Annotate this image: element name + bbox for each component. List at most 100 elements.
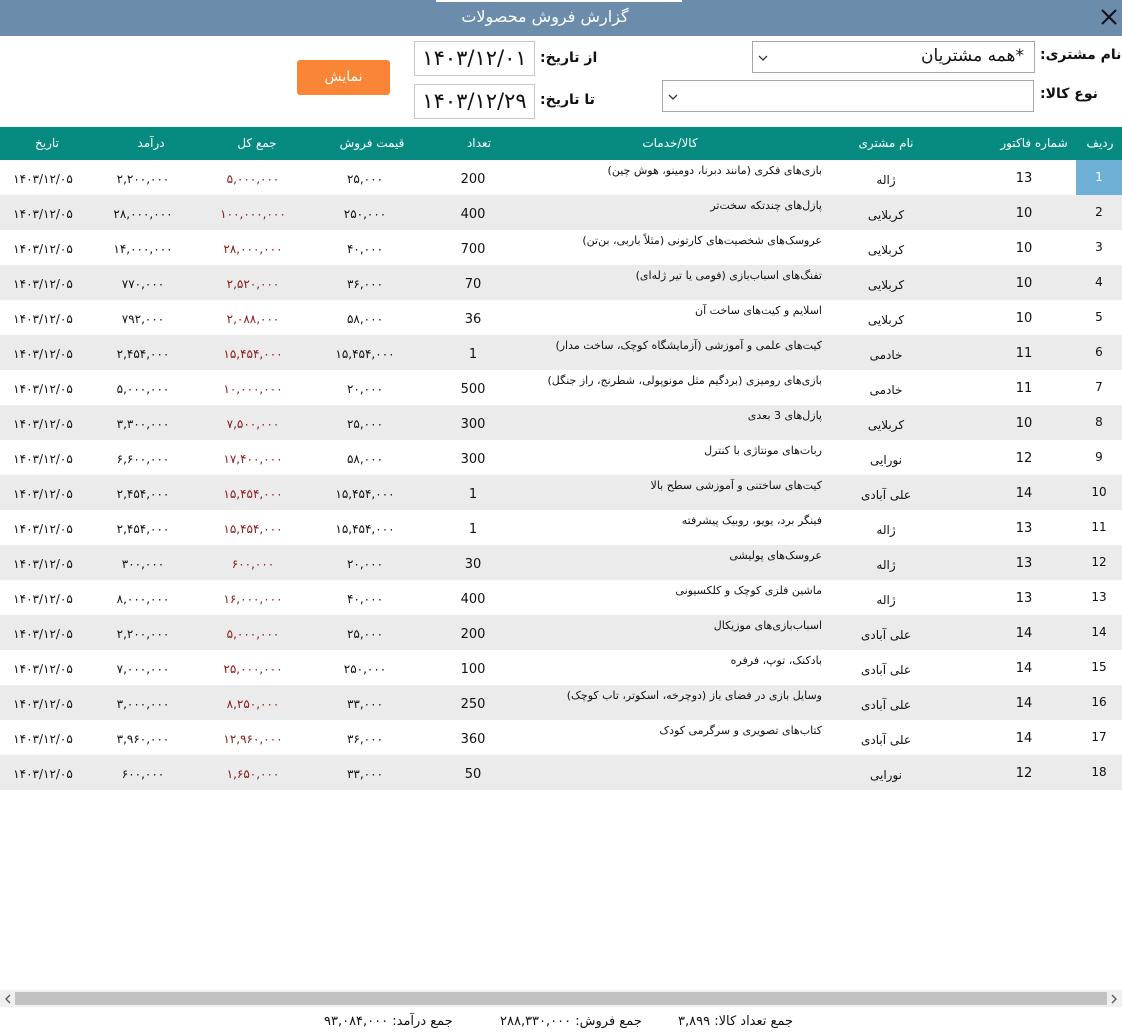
- header-price[interactable]: قیمت فروش: [332, 136, 412, 150]
- table-row[interactable]: 12 13 ژاله عروسک‌های پولیشی 30 ۲۰,۰۰۰ ۶۰۰,۰۰۰ ۳…: [0, 545, 1122, 580]
- row-number: 10: [1091, 485, 1107, 499]
- header-qty[interactable]: تعداد: [454, 136, 504, 150]
- income-amount: ۲,۴۵۴,۰۰۰: [116, 522, 170, 536]
- row-number: 4: [1095, 275, 1103, 289]
- total-amount: ۱۷,۴۰۰,۰۰۰: [223, 452, 283, 466]
- quantity: 1: [468, 487, 478, 502]
- total-amount: ۲۵,۰۰۰,۰۰۰: [223, 662, 283, 676]
- chevron-down-icon: [758, 55, 768, 61]
- quantity: 700: [460, 242, 486, 257]
- income-amount: ۶۰۰,۰۰۰: [121, 767, 165, 781]
- total-amount: ۱,۶۵۰,۰۰۰: [226, 767, 280, 781]
- table-row[interactable]: 2 10 کربلایی پازل‌های چندتکه سخت‌تر 400 ۲۵۰,۰…: [0, 195, 1122, 230]
- income-amount: ۱۴,۰۰۰,۰۰۰: [113, 242, 173, 256]
- total-amount: ۱۰,۰۰۰,۰۰۰: [223, 382, 283, 396]
- table-row[interactable]: 15 14 علی آبادی بادکنک، توپ، فرفره 100 ۲۵۰,۰۰…: [0, 650, 1122, 685]
- show-button[interactable]: نمایش: [297, 60, 390, 95]
- row-number: 7: [1095, 380, 1103, 394]
- customer-select[interactable]: *همه مشتریان: [752, 41, 1035, 73]
- product-name: ربات‌های مونتاژی با کنترل: [704, 444, 822, 457]
- sale-price: ۵۸,۰۰۰: [346, 312, 384, 326]
- grid-header: ردیف شماره فاکتور نام مشتری کالا/خدمات ت…: [0, 127, 1122, 160]
- sale-price: ۲۵,۰۰۰: [346, 417, 384, 431]
- invoice-date: ۱۴۰۳/۱۲/۰۵: [13, 487, 73, 501]
- customer-select-value: *همه مشتریان: [921, 46, 1024, 66]
- table-row[interactable]: 9 12 نورایی ربات‌های مونتاژی با کنترل 300 ۵۸,…: [0, 440, 1122, 475]
- table-row[interactable]: 18 12 نورایی 50 ۳۳,۰۰۰ ۱,۶۵۰,۰۰۰ ۶۰۰,۰۰۰ ۱۴۰۳/۱…: [0, 755, 1122, 790]
- table-row[interactable]: 14 14 علی آبادی اسباب‌بازی‌های موزیکال 200 ۲۵…: [0, 615, 1122, 650]
- table-row[interactable]: 3 10 کربلایی عروسک‌های شخصیت‌های کارتونی (م…: [0, 230, 1122, 265]
- scrollbar-thumb[interactable]: [15, 992, 1107, 1005]
- sale-price: ۲۰,۰۰۰: [346, 557, 384, 571]
- footer-income-label: جمع درآمد:: [392, 1014, 453, 1029]
- product-name: ماشین فلزی کوچک و کلکسیونی: [675, 584, 822, 597]
- invoice-date: ۱۴۰۳/۱۲/۰۵: [13, 312, 73, 326]
- table-row[interactable]: 6 11 خادمی کیت‌های علمی و آموزشی (آزمایشگاه…: [0, 335, 1122, 370]
- customer-name: نورایی: [869, 453, 902, 467]
- product-type-select[interactable]: [662, 80, 1034, 112]
- table-row[interactable]: 16 14 علی آبادی وسایل بازی در فضای باز (دوچ…: [0, 685, 1122, 720]
- quantity: 400: [460, 592, 486, 607]
- header-product[interactable]: کالا/خدمات: [620, 136, 720, 150]
- quantity: 360: [460, 732, 486, 747]
- horizontal-scrollbar[interactable]: [0, 990, 1122, 1007]
- quantity: 70: [464, 277, 482, 292]
- invoice-date: ۱۴۰۳/۱۲/۰۵: [13, 522, 73, 536]
- header-date[interactable]: تاریخ: [22, 136, 72, 150]
- row-number: 18: [1091, 765, 1107, 779]
- table-row[interactable]: 10 14 علی آبادی کیت‌های ساختنی و آموزشی سطح…: [0, 475, 1122, 510]
- table-row[interactable]: 7 11 خادمی بازی‌های رومیزی (بردگیم مثل مونو…: [0, 370, 1122, 405]
- footer-sales-label: جمع فروش:: [575, 1014, 642, 1029]
- invoice-date: ۱۴۰۳/۱۲/۰۵: [13, 732, 73, 746]
- table-row[interactable]: 11 13 ژاله فینگر برد، یویو، روبیک پیشرفته 1 ۱…: [0, 510, 1122, 545]
- sale-price: ۱۵,۴۵۴,۰۰۰: [335, 347, 395, 361]
- invoice-number: 10: [1015, 206, 1033, 221]
- sale-price: ۳۶,۰۰۰: [346, 277, 384, 291]
- table-row[interactable]: 13 13 ژاله ماشین فلزی کوچک و کلکسیونی 400 ۴۰,…: [0, 580, 1122, 615]
- invoice-date: ۱۴۰۳/۱۲/۰۵: [13, 452, 73, 466]
- invoice-date: ۱۴۰۳/۱۲/۰۵: [13, 347, 73, 361]
- row-number: 11: [1091, 520, 1107, 534]
- product-name: بازی‌های فکری (مانند دبرنا، دومینو، هوش …: [607, 164, 822, 177]
- quantity: 100: [460, 662, 486, 677]
- table-row[interactable]: 1 13 ژاله بازی‌های فکری (مانند دبرنا، دومین…: [0, 160, 1122, 195]
- customer-name: کربلایی: [867, 278, 905, 292]
- product-name: کتاب‌های تصویری و سرگرمی کودک: [659, 724, 822, 737]
- table-row[interactable]: 17 14 علی آبادی کتاب‌های تصویری و سرگرمی کو…: [0, 720, 1122, 755]
- table-row[interactable]: 8 10 کربلایی پازل‌های 3 بعدی 300 ۲۵,۰۰۰ ۷,۵۰۰,…: [0, 405, 1122, 440]
- from-date-input[interactable]: ۱۴۰۳/۱۲/۰۱: [414, 41, 535, 76]
- sale-price: ۲۵,۰۰۰: [346, 172, 384, 186]
- footer-qty-value: ۳,۸۹۹: [678, 1014, 711, 1029]
- header-radif[interactable]: ردیف: [1082, 136, 1118, 150]
- total-amount: ۱۰۰,۰۰۰,۰۰۰: [220, 207, 286, 221]
- invoice-number: 10: [1015, 276, 1033, 291]
- window-titlebar: گزارش فروش محصولات: [0, 0, 1122, 36]
- scroll-right-icon[interactable]: [1109, 994, 1119, 1004]
- income-amount: ۳۰۰,۰۰۰: [121, 557, 165, 571]
- header-invoice[interactable]: شماره فاکتور: [998, 136, 1070, 150]
- close-icon[interactable]: [1096, 4, 1122, 30]
- titlebar-accent-line: [436, 0, 682, 2]
- scroll-left-icon[interactable]: [3, 994, 13, 1004]
- table-row[interactable]: 5 10 کربلایی اسلایم و کیت‌های ساخت آن 36 ۵۸,۰…: [0, 300, 1122, 335]
- quantity: 1: [468, 347, 478, 362]
- sale-price: ۳۶,۰۰۰: [346, 732, 384, 746]
- sale-price: ۳۳,۰۰۰: [346, 767, 384, 781]
- quantity: 300: [460, 417, 486, 432]
- quantity: 250: [460, 697, 486, 712]
- invoice-number: 13: [1015, 591, 1033, 606]
- income-amount: ۲,۴۵۴,۰۰۰: [116, 487, 170, 501]
- customer-name: ژاله: [876, 173, 896, 187]
- row-number: 12: [1091, 555, 1107, 569]
- invoice-number: 13: [1015, 171, 1033, 186]
- header-customer[interactable]: نام مشتری: [846, 136, 926, 150]
- invoice-number: 10: [1015, 241, 1033, 256]
- table-row[interactable]: 4 10 کربلایی تفنگ‌های اسباب‌بازی (فومی یا ت…: [0, 265, 1122, 300]
- customer-label: نام مشتری:: [1040, 47, 1122, 63]
- income-amount: ۷,۰۰۰,۰۰۰: [116, 662, 170, 676]
- header-income[interactable]: درآمد: [126, 136, 176, 150]
- header-total[interactable]: جمع کل: [222, 136, 292, 150]
- total-amount: ۲,۵۲۰,۰۰۰: [226, 277, 280, 291]
- to-date-input[interactable]: ۱۴۰۳/۱۲/۲۹: [414, 84, 535, 119]
- footer-sales: جمع فروش: ۲۸۸,۳۳۰,۰۰۰: [500, 1014, 642, 1029]
